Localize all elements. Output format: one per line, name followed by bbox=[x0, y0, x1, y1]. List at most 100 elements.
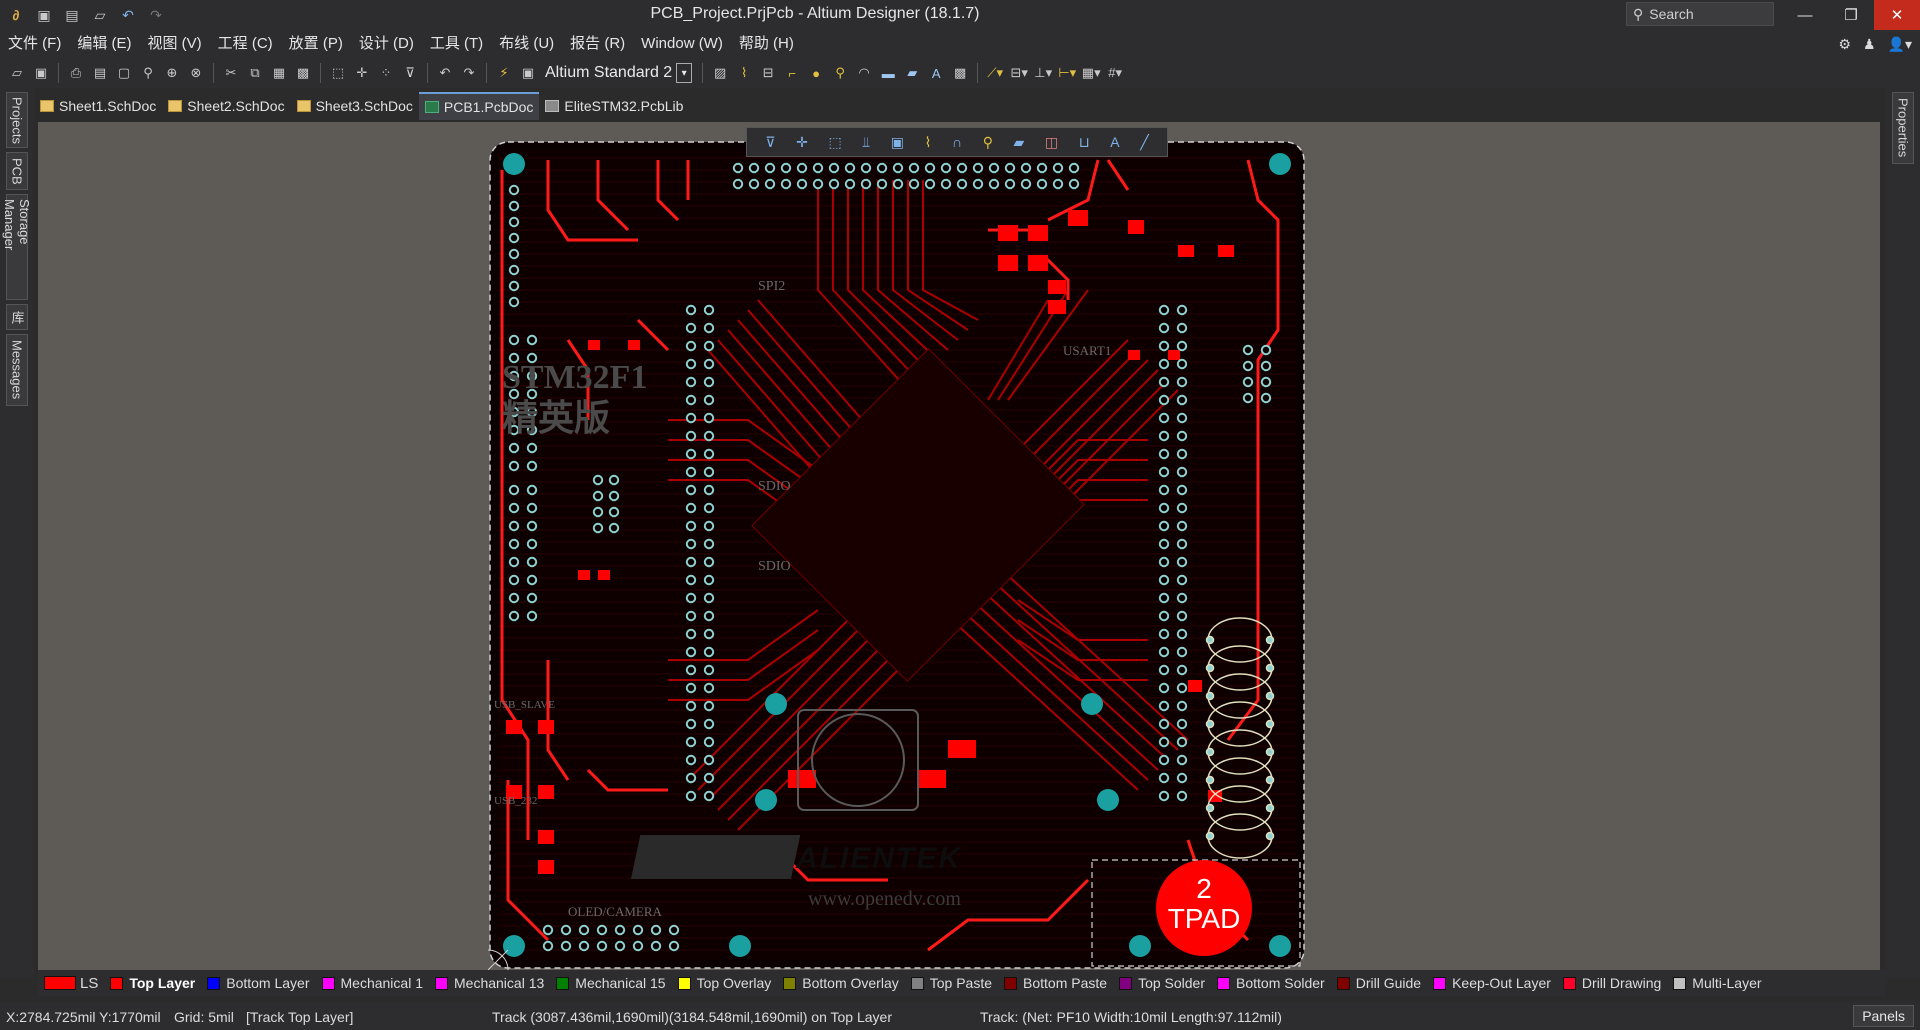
layer-tab-drill-drawing[interactable]: Drill Drawing bbox=[1557, 970, 1667, 996]
align-objects-icon[interactable]: ⊟▾ bbox=[1008, 62, 1030, 84]
fill-icon[interactable]: ▰ bbox=[1014, 134, 1025, 151]
layer-tab-top-solder[interactable]: Top Solder bbox=[1113, 970, 1211, 996]
menu-route[interactable]: 布线 (U) bbox=[491, 30, 562, 58]
room-icon[interactable]: ▦▾ bbox=[1080, 62, 1102, 84]
align-bottom-icon[interactable]: ⫫ bbox=[862, 134, 870, 151]
menu-edit[interactable]: 编辑 (E) bbox=[69, 30, 139, 58]
layer-tab-bottom-layer[interactable]: Bottom Layer bbox=[201, 970, 315, 996]
chevron-down-icon[interactable]: ▾ bbox=[676, 63, 693, 83]
gear-icon[interactable]: ⚙ bbox=[1838, 36, 1851, 53]
layer-tab-mechanical-15[interactable]: Mechanical 15 bbox=[550, 970, 671, 996]
fill-icon[interactable]: ▬ bbox=[877, 62, 899, 84]
close-button[interactable]: ✕ bbox=[1874, 0, 1920, 30]
menu-design[interactable]: 设计 (D) bbox=[351, 30, 422, 58]
cut-icon[interactable]: ✂ bbox=[220, 62, 242, 84]
layer-tab-mechanical-1[interactable]: Mechanical 1 bbox=[316, 970, 430, 996]
panel-tab-messages[interactable]: Messages bbox=[6, 334, 28, 406]
tab-sheet2[interactable]: Sheet2.SchDoc bbox=[162, 92, 290, 120]
notifications-icon[interactable]: ♟ bbox=[1863, 36, 1876, 53]
line-icon[interactable]: ╱ bbox=[1140, 134, 1148, 151]
menu-tools[interactable]: 工具 (T) bbox=[422, 30, 491, 58]
layer-tab-bottom-solder[interactable]: Bottom Solder bbox=[1211, 970, 1331, 996]
text-icon[interactable]: A bbox=[1110, 134, 1119, 150]
route-icon[interactable]: ⌇ bbox=[925, 134, 932, 151]
deselect-icon[interactable]: ⁘ bbox=[375, 62, 397, 84]
minimize-button[interactable]: — bbox=[1782, 0, 1828, 30]
print-icon[interactable]: ⎙ bbox=[65, 62, 87, 84]
string-icon[interactable]: A bbox=[925, 62, 947, 84]
pcb-editor-canvas[interactable]: STM32F1 精英版 SPI2 SDIO SDIO USART1 OLED/C… bbox=[38, 122, 1880, 970]
layer-tab-top-paste[interactable]: Top Paste bbox=[905, 970, 998, 996]
cross-probe-icon[interactable]: ⚡ bbox=[493, 62, 515, 84]
interactive-routing-icon[interactable]: ▨ bbox=[709, 62, 731, 84]
search-input[interactable]: ⚲ Search bbox=[1626, 2, 1774, 26]
undo-icon[interactable]: ↶ bbox=[434, 62, 456, 84]
clear-filter-icon[interactable]: ⊽ bbox=[399, 62, 421, 84]
layer-tab-bottom-paste[interactable]: Bottom Paste bbox=[998, 970, 1113, 996]
menu-reports[interactable]: 报告 (R) bbox=[562, 30, 633, 58]
grid-icon[interactable]: #▾ bbox=[1104, 62, 1126, 84]
layer-tab-top-layer[interactable]: Top Layer bbox=[104, 970, 201, 996]
menu-file[interactable]: 文件 (F) bbox=[0, 30, 69, 58]
panel-tab-library[interactable]: 库 bbox=[6, 304, 28, 330]
diff-pair-icon[interactable]: ∩ bbox=[952, 134, 962, 150]
tab-elitestm32-pcblib[interactable]: EliteSTM32.PcbLib bbox=[539, 92, 689, 120]
component-icon[interactable]: ▣ bbox=[891, 134, 904, 151]
zoom-object-icon[interactable]: ⊗ bbox=[185, 62, 207, 84]
layer-tab-keep-out-layer[interactable]: Keep-Out Layer bbox=[1427, 970, 1557, 996]
select-area-icon[interactable]: ⬚ bbox=[327, 62, 349, 84]
panel-tab-pcb[interactable]: PCB bbox=[6, 152, 28, 190]
move-icon[interactable]: ✛ bbox=[351, 62, 373, 84]
track-icon[interactable]: ⌐ bbox=[781, 62, 803, 84]
zoom-fit-icon[interactable]: ▢ bbox=[113, 62, 135, 84]
region-icon[interactable]: ◫ bbox=[1045, 134, 1058, 151]
layer-tab-mechanical-13[interactable]: Mechanical 13 bbox=[429, 970, 550, 996]
menu-place[interactable]: 放置 (P) bbox=[281, 30, 351, 58]
align-icon[interactable]: ⟋▾ bbox=[984, 62, 1006, 84]
user-icon[interactable]: 👤▾ bbox=[1888, 36, 1912, 53]
pcb-board[interactable]: STM32F1 精英版 SPI2 SDIO SDIO USART1 OLED/C… bbox=[488, 140, 1306, 970]
panel-tab-storage-manager[interactable]: Storage Manager bbox=[2, 194, 32, 300]
dimension-icon[interactable]: ⊔ bbox=[1079, 134, 1090, 151]
move-icon[interactable]: ✛ bbox=[796, 134, 808, 151]
component-icon[interactable]: ▩ bbox=[949, 62, 971, 84]
tab-sheet3[interactable]: Sheet3.SchDoc bbox=[291, 92, 419, 120]
via-icon[interactable]: ● bbox=[805, 62, 827, 84]
arc-icon[interactable]: ◠ bbox=[853, 62, 875, 84]
save-icon[interactable]: ▣ bbox=[30, 62, 52, 84]
layer-tab-multi-layer[interactable]: Multi-Layer bbox=[1667, 970, 1767, 996]
copy-icon[interactable]: ⧉ bbox=[244, 62, 266, 84]
layer-tab-drill-guide[interactable]: Drill Guide bbox=[1331, 970, 1427, 996]
restore-button[interactable]: ❐ bbox=[1828, 0, 1874, 30]
tab-sheet1[interactable]: Sheet1.SchDoc bbox=[34, 92, 162, 120]
layer-tab-bottom-overlay[interactable]: Bottom Overlay bbox=[777, 970, 904, 996]
redo-icon[interactable]: ↷ bbox=[458, 62, 480, 84]
zoom-selected-icon[interactable]: ⊕ bbox=[161, 62, 183, 84]
menu-help[interactable]: 帮助 (H) bbox=[731, 30, 802, 58]
menu-window[interactable]: Window (W) bbox=[633, 30, 731, 58]
filter-icon[interactable]: ⊽ bbox=[765, 134, 775, 151]
panel-tab-properties[interactable]: Properties bbox=[1892, 92, 1914, 164]
layer-tab-top-overlay[interactable]: Top Overlay bbox=[672, 970, 778, 996]
panels-button[interactable]: Panels bbox=[1853, 1005, 1914, 1027]
place-room-icon[interactable]: ⊥▾ bbox=[1032, 62, 1054, 84]
browse-component-icon[interactable]: ▣ bbox=[517, 62, 539, 84]
menu-view[interactable]: 视图 (V) bbox=[140, 30, 210, 58]
panel-tab-projects[interactable]: Projects bbox=[6, 92, 28, 148]
paste-icon[interactable]: ▦ bbox=[268, 62, 290, 84]
dimension-icon[interactable]: ⊢▾ bbox=[1056, 62, 1078, 84]
multi-routing-icon[interactable]: ⊟ bbox=[757, 62, 779, 84]
select-area-icon[interactable]: ⬚ bbox=[828, 134, 841, 151]
polygon-icon[interactable]: ▰ bbox=[901, 62, 923, 84]
print-preview-icon[interactable]: ▤ bbox=[89, 62, 111, 84]
via-pad-icon[interactable]: ⚲ bbox=[983, 134, 993, 151]
layer-set-button[interactable]: LS bbox=[38, 975, 104, 992]
pad-icon[interactable]: ⚲ bbox=[829, 62, 851, 84]
view-config-select[interactable]: Altium Standard 2 ▾ bbox=[541, 62, 696, 84]
menu-project[interactable]: 工程 (C) bbox=[210, 30, 281, 58]
zoom-area-icon[interactable]: ⚲ bbox=[137, 62, 159, 84]
differential-pair-icon[interactable]: ⌇ bbox=[733, 62, 755, 84]
open-icon[interactable]: ▱ bbox=[6, 62, 28, 84]
rubber-stamp-icon[interactable]: ▩ bbox=[292, 62, 314, 84]
tab-pcb1[interactable]: PCB1.PcbDoc bbox=[418, 92, 540, 120]
